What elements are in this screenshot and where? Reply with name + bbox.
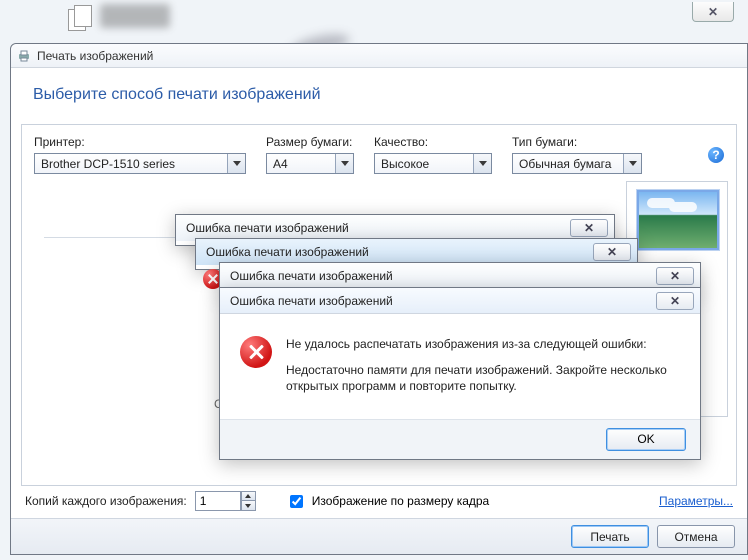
close-icon: ✕: [584, 221, 594, 235]
wizard-title: Печать изображений: [37, 49, 153, 63]
error-title: Ошибка печати изображений: [230, 294, 393, 308]
chevron-down-icon: [227, 154, 245, 173]
error-close-button[interactable]: ✕: [570, 219, 608, 237]
quality-combobox[interactable]: Высокое: [374, 153, 492, 174]
chevron-down-icon: [623, 154, 641, 173]
printer-value: Brother DCP-1510 series: [41, 157, 175, 171]
error-title: Ошибка печати изображений: [186, 221, 349, 235]
copies-step-up[interactable]: [241, 491, 256, 501]
copies-label: Копий каждого изображения:: [25, 494, 187, 508]
parameters-link[interactable]: Параметры...: [659, 494, 733, 508]
paper-size-combobox[interactable]: A4: [266, 153, 354, 174]
printer-label: Принтер:: [34, 135, 246, 149]
desktop-file-icon: [64, 5, 104, 35]
copies-step-down[interactable]: [241, 501, 256, 511]
layout-template-thumb[interactable]: [637, 190, 719, 250]
copies-input[interactable]: [195, 491, 241, 511]
chevron-up-icon: [245, 494, 251, 498]
chevron-down-icon: [473, 154, 491, 173]
desktop-blurred-text: [100, 4, 170, 28]
desktop-background: [0, 0, 748, 46]
error-titlebar[interactable]: Ошибка печати изображений ✕: [220, 288, 700, 314]
cancel-button[interactable]: Отмена: [657, 525, 735, 548]
error-dialog-4: Ошибка печати изображений ✕ Не удалось р…: [219, 287, 701, 460]
error-close-button[interactable]: ✕: [656, 267, 694, 285]
chevron-down-icon: [335, 154, 353, 173]
copies-stepper: [195, 491, 256, 511]
error-text: Не удалось распечатать изображения из-за…: [286, 336, 680, 405]
close-icon: ✕: [607, 245, 617, 259]
error-close-button[interactable]: ✕: [593, 243, 631, 261]
error-close-button[interactable]: ✕: [656, 292, 694, 310]
paper-type-value: Обычная бумага: [519, 157, 611, 171]
paper-size-label: Размер бумаги:: [266, 135, 354, 149]
error-footer: OK: [220, 419, 700, 459]
help-icon[interactable]: ?: [708, 147, 724, 163]
quality-label: Качество:: [374, 135, 492, 149]
error-icon: [240, 336, 272, 368]
error-title: Ошибка печати изображений: [206, 245, 369, 259]
fit-frame-checkbox-wrap[interactable]: Изображение по размеру кадра: [286, 492, 489, 511]
close-icon: ✕: [708, 5, 718, 19]
print-options-row: Принтер: Brother DCP-1510 series Размер …: [22, 125, 736, 180]
wizard-footer: Печать Отмена: [11, 518, 747, 554]
error-message-line1: Не удалось распечатать изображения из-за…: [286, 336, 680, 352]
close-icon: ✕: [670, 269, 680, 283]
error-body: Не удалось распечатать изображения из-за…: [220, 314, 700, 419]
error-message-line2: Недостаточно памяти для печати изображен…: [286, 362, 680, 394]
paper-size-value: A4: [273, 157, 288, 171]
outer-window-close-button[interactable]: ✕: [692, 2, 734, 22]
paper-type-label: Тип бумаги:: [512, 135, 642, 149]
printer-icon: [17, 49, 31, 63]
wizard-heading: Выберите способ печати изображений: [11, 68, 747, 118]
ok-button[interactable]: OK: [606, 428, 686, 451]
quality-value: Высокое: [381, 157, 429, 171]
error-title: Ошибка печати изображений: [230, 269, 393, 283]
close-icon: ✕: [670, 294, 680, 308]
paper-type-combobox[interactable]: Обычная бумага: [512, 153, 642, 174]
chevron-down-icon: [245, 504, 251, 508]
printer-combobox[interactable]: Brother DCP-1510 series: [34, 153, 246, 174]
fit-frame-label: Изображение по размеру кадра: [312, 494, 489, 508]
copies-row: Копий каждого изображения: Изображение п…: [11, 488, 747, 514]
wizard-titlebar[interactable]: Печать изображений: [11, 44, 747, 68]
fit-frame-checkbox[interactable]: [290, 495, 303, 508]
print-button[interactable]: Печать: [571, 525, 649, 548]
error-titlebar[interactable]: Ошибка печати изображений ✕: [220, 263, 700, 289]
